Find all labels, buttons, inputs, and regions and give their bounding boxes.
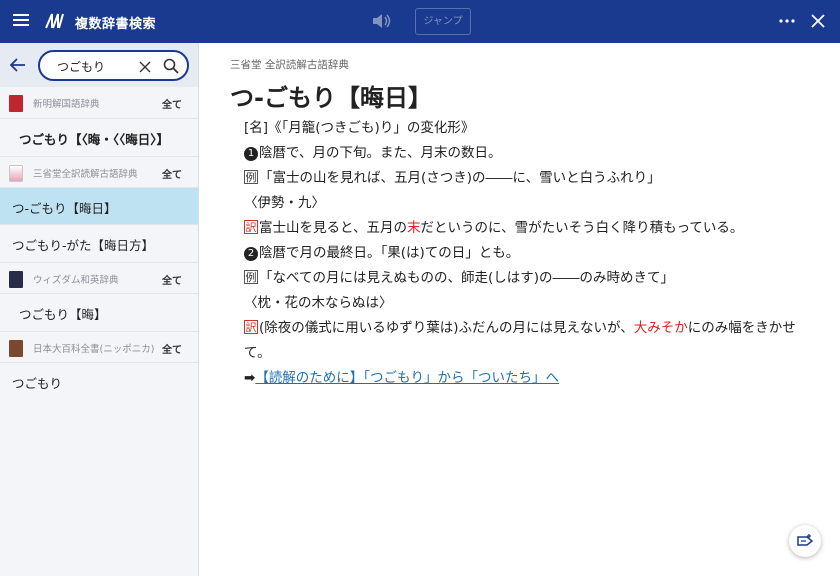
result-item[interactable]: つ-ごもり【晦日】	[0, 187, 198, 224]
red-book-icon	[9, 95, 23, 112]
search-input[interactable]	[57, 58, 127, 75]
entry-panel: 三省堂 全訳読解古語辞典 つ-ごもり【晦日】 [名]《「月籠(つきごも)り」の変…	[199, 43, 840, 576]
pos-line: [名]《「月籠(つきごも)り」の変化形》	[244, 120, 475, 136]
dict-header: ウィズダム和英辞典 全て	[0, 262, 198, 293]
result-label: つごもり【晦】	[19, 307, 107, 322]
example-source-1: 〈伊勢・九〉	[244, 195, 325, 211]
close-icon[interactable]	[809, 12, 827, 30]
result-label: つごもり-がた【晦日方】	[12, 238, 155, 253]
dict-header: 三省堂全訳読解古語辞典 全て	[0, 156, 198, 187]
reference-line: ➡【読解のために】「つごもり」から「ついたち」へ	[244, 366, 804, 391]
dark-book-icon	[9, 271, 23, 288]
dict-name: 三省堂全訳読解古語辞典	[33, 169, 138, 180]
translation-2: 訳 (除夜の儀式に用いるゆずり葉は)ふだんの月には見えないが、大みそかにのみ幅をき…	[244, 316, 804, 366]
translation-emphasis: 末	[406, 220, 421, 236]
example-source-2: 〈枕・花の木ならぬは〉	[244, 295, 393, 311]
clear-icon[interactable]	[138, 59, 152, 73]
show-all-button[interactable]: 全て	[162, 96, 182, 111]
result-label: つごもり	[12, 376, 63, 391]
show-all-button[interactable]: 全て	[162, 341, 182, 356]
example-1: 例「富士の山を見れば、五月(さつき)の――に、雪いと白うふれり」	[244, 166, 804, 191]
dict-header: 日本大百科全書(ニッポニカ) 全て	[0, 331, 198, 362]
search-bar	[0, 43, 198, 87]
show-all-button[interactable]: 全て	[162, 272, 182, 287]
example-mark: 例	[244, 170, 258, 184]
dict-name: 日本大百科全書(ニッポニカ)	[33, 344, 155, 355]
result-label: つ-ごもり【晦日】	[12, 201, 117, 216]
app-logo-icon	[44, 11, 64, 31]
dict-name: 新明解国語辞典	[33, 99, 100, 110]
app-title: 複数辞書検索	[75, 17, 157, 32]
results-panel: 新明解国語辞典 全て つごもり【〈晦・〈〈晦日〉】 三省堂全訳読解古語辞典 全て…	[0, 43, 199, 576]
speaker-icon[interactable]	[371, 11, 393, 31]
example-text: 「なべての月には見えぬものの、師走(しはす)の――のみ時めきて」	[259, 270, 674, 286]
translation-1: 訳富士山を見ると、五月の末だというのに、雪がたいそう白く降り積もっている。	[244, 216, 804, 241]
sense-2: 2 陰暦で月の最終日。「果(は)ての日」とも。	[244, 241, 804, 266]
title-bar: 複数辞書検索 ジャンプ	[0, 0, 840, 43]
right-arrow-icon: ➡	[244, 370, 256, 386]
example-text: 「富士の山を見れば、五月(さつき)の――に、雪いと白うふれり」	[259, 170, 661, 186]
translation-post: だというのに、雪がたいそう白く降り積もっている。	[420, 220, 744, 236]
translation-pre: 富士山を見ると、五月の	[259, 220, 407, 236]
translation-mark: 訳	[244, 220, 258, 234]
sense-text: 陰暦で、月の下旬。また、月末の数日。	[259, 145, 502, 161]
entry-source: 三省堂 全訳読解古語辞典	[230, 59, 349, 71]
show-all-button[interactable]: 全て	[162, 166, 182, 181]
result-label: つごもり【〈晦・〈〈晦日〉】	[19, 132, 170, 147]
translation-emphasis: 大みそか	[633, 320, 688, 336]
flower-book-icon	[9, 165, 23, 182]
result-item[interactable]: つごもり【〈晦・〈〈晦日〉】	[0, 118, 198, 155]
sense-1: 1 陰暦で、月の下旬。また、月末の数日。	[244, 141, 804, 166]
brown-book-icon	[9, 340, 23, 357]
result-item[interactable]: つごもり【晦】	[0, 293, 198, 330]
entry-headword: つ-ごもり【晦日】	[230, 84, 432, 112]
result-item[interactable]: つごもり	[0, 362, 198, 399]
sense-text: 陰暦で月の最終日。「果(は)ての日」とも。	[259, 245, 520, 261]
jump-button[interactable]: ジャンプ	[415, 8, 471, 35]
note-tag-icon[interactable]	[789, 525, 821, 557]
back-arrow-icon[interactable]	[8, 55, 28, 75]
example-2: 例「なべての月には見えぬものの、師走(しはす)の――のみ時めきて」	[244, 266, 804, 291]
more-options-icon[interactable]	[776, 11, 798, 31]
example-mark: 例	[244, 270, 258, 284]
hamburger-menu-icon[interactable]	[12, 12, 32, 30]
search-box	[38, 50, 189, 81]
entry-body: [名]《「月籠(つきごも)り」の変化形》 1 陰暦で、月の下旬。また、月末の数日。…	[244, 116, 804, 391]
dict-header: 新明解国語辞典 全て	[0, 87, 198, 118]
sense-number-badge: 1	[244, 147, 258, 161]
translation-mark: 訳	[244, 320, 258, 334]
sense-number-badge: 2	[244, 247, 258, 261]
result-item[interactable]: つごもり-がた【晦日方】	[0, 224, 198, 261]
reference-link[interactable]: 【読解のために】「つごもり」から「ついたち」へ	[255, 370, 559, 386]
translation-pre: (除夜の儀式に用いるゆずり葉は)ふだんの月には見えないが、	[259, 320, 634, 336]
dict-name: ウィズダム和英辞典	[33, 275, 119, 286]
search-icon[interactable]	[162, 57, 180, 75]
